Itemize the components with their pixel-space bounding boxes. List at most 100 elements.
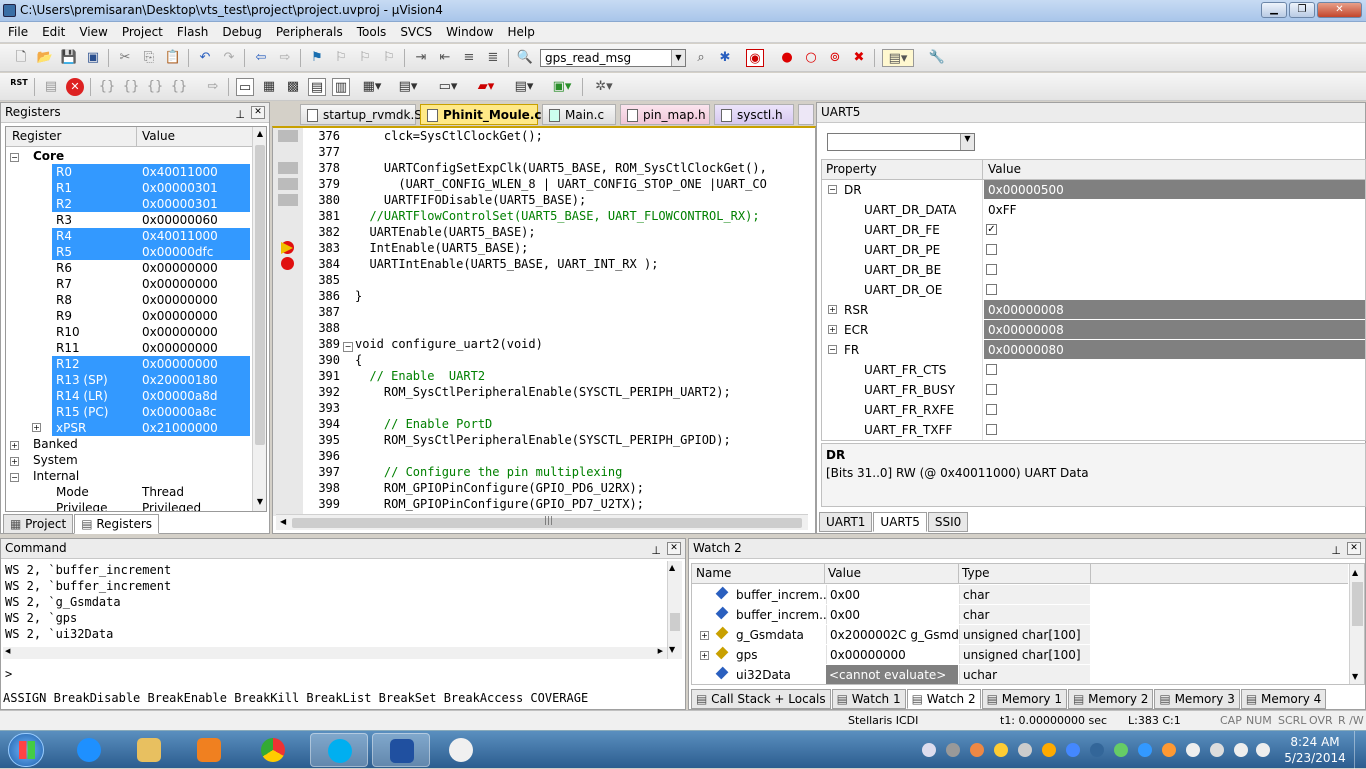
code-line[interactable]: //UARTFlowControlSet(UART5_BASE, UART_FL… [355, 208, 810, 224]
scroll-up-icon[interactable]: ▲ [669, 563, 675, 572]
code-line[interactable]: ROM_GPIOPinConfigure(GPIO_PD6_U2RX); [355, 480, 810, 496]
taskbar-ie[interactable] [60, 733, 118, 767]
command-window-icon[interactable]: ▭ [236, 78, 254, 96]
scroll-down-icon[interactable]: ▼ [1352, 672, 1358, 681]
scroll-up-icon[interactable]: ▲ [254, 129, 266, 141]
uart-property-row[interactable]: UART_DR_DATA 0xFF [822, 200, 1365, 220]
property-checkbox[interactable] [986, 364, 997, 375]
code-line[interactable] [355, 272, 810, 288]
property-checkbox[interactable]: ✓ [986, 224, 997, 235]
command-hscrollbar[interactable]: ◀ ▶ [3, 647, 667, 659]
tab-main-c[interactable]: Main.c [542, 104, 616, 125]
step-into-icon[interactable]: {} [98, 78, 116, 96]
registers-scroll-thumb[interactable] [255, 145, 265, 445]
code-line[interactable] [355, 400, 810, 416]
menu-peripherals[interactable]: Peripherals [268, 22, 349, 39]
code-line[interactable]: // Enable PortD [355, 416, 810, 432]
pin-icon[interactable]: ⊥ [235, 105, 245, 124]
watch-value[interactable]: 0x00 [826, 605, 958, 624]
tree-node-core[interactable]: − Core [10, 148, 250, 164]
col-type[interactable]: Type [962, 564, 990, 583]
disassembly-window-icon[interactable]: ▦ [260, 78, 278, 96]
uart-property-row[interactable]: UART_FR_RXFE [822, 400, 1365, 420]
tab-startup-rvmdk[interactable]: startup_rvmdk.S [300, 104, 422, 125]
code-line[interactable]: } [355, 288, 810, 304]
menu-view[interactable]: View [71, 22, 113, 39]
stop-icon[interactable]: ✕ [66, 78, 84, 96]
app-tray-icon[interactable] [1162, 743, 1176, 757]
tab-pin-map[interactable]: pin_map.h [620, 104, 710, 125]
close-icon[interactable]: ✕ [667, 542, 681, 555]
uart-property-row[interactable]: UART_DR_BE [822, 260, 1365, 280]
notification-tray-icon[interactable] [994, 743, 1008, 757]
cut-icon[interactable]: ✂ [116, 49, 134, 67]
expand-icon[interactable]: + [700, 631, 709, 640]
register-row[interactable]: R4 0x40011000 [52, 228, 250, 244]
uart-property-row[interactable]: − DR 0x00000500 [822, 180, 1365, 200]
code-line[interactable] [355, 448, 810, 464]
code-line[interactable]: // Enable UART2 [355, 368, 810, 384]
register-row[interactable]: R10 0x00000000 [52, 324, 250, 340]
menu-edit[interactable]: Edit [34, 22, 71, 39]
memory-window-icon[interactable]: ▤▾ [392, 78, 424, 96]
watch-row[interactable]: buffer_increm... 0x00 char [692, 605, 1090, 625]
watch-value[interactable]: 0x00000000 [826, 645, 958, 664]
register-row[interactable]: R9 0x00000000 [52, 308, 250, 324]
trace-window-icon[interactable]: ▤▾ [508, 78, 540, 96]
uart-property-row[interactable]: UART_DR_OE [822, 280, 1365, 300]
register-row[interactable]: R13 (SP) 0x20000180 [52, 372, 250, 388]
register-row[interactable]: Mode Thread [52, 484, 250, 500]
code-line[interactable]: ROM_SysCtlPeripheralEnable(SYSCTL_PERIPH… [355, 384, 810, 400]
tree-node-group[interactable]: + Banked [10, 436, 250, 452]
register-row[interactable]: R14 (LR) 0x00000a8d [52, 388, 250, 404]
code-line[interactable]: clck=SysCtlClockGet(); [355, 128, 810, 144]
collapse-icon[interactable]: − [828, 185, 837, 194]
code-line[interactable]: ROM_GPIOPinConfigure(GPIO_PD7_U2TX); [355, 496, 810, 512]
paste-icon[interactable]: 📋 [164, 49, 182, 67]
uart-property-row[interactable]: UART_FR_BUSY [822, 380, 1365, 400]
watch-value[interactable]: 0x00 [826, 585, 958, 604]
col-watch-value[interactable]: Value [828, 564, 861, 583]
close-button[interactable]: ✕ [1317, 2, 1362, 18]
tab-uart5[interactable]: UART5 [873, 512, 927, 532]
tab-watch-6[interactable]: ▤ Memory 4 [1240, 689, 1327, 709]
comment-icon[interactable]: ≡ [460, 49, 478, 67]
symbols-window-icon[interactable]: ▩ [284, 78, 302, 96]
help-tray-icon[interactable] [946, 743, 960, 757]
serial-window-icon[interactable]: ▭▾ [432, 78, 464, 96]
command-scroll-thumb[interactable] [670, 613, 680, 631]
register-row[interactable]: R12 0x00000000 [52, 356, 250, 372]
save-icon[interactable]: 💾 [60, 49, 78, 67]
tab-sysctl[interactable]: sysctl.h [714, 104, 794, 125]
menu-file[interactable]: File [0, 22, 34, 39]
expand-icon[interactable]: + [10, 441, 19, 450]
chevron-down-icon[interactable]: ▼ [960, 134, 974, 150]
menu-flash[interactable]: Flash [169, 22, 214, 39]
tab-overflow[interactable] [798, 104, 814, 125]
restore-button[interactable]: ❐ [1289, 2, 1315, 18]
save-all-icon[interactable]: ▣ [84, 49, 102, 67]
skype-tray-icon[interactable] [1138, 743, 1152, 757]
system-viewer-icon[interactable]: ▣▾ [546, 78, 578, 96]
run-to-cursor-icon[interactable]: {} [170, 78, 188, 96]
tab-watch-3[interactable]: ▤ Memory 1 [981, 689, 1067, 709]
tray-clock[interactable]: 8:24 AM 5/23/2014 [1282, 734, 1348, 766]
register-row[interactable]: R5 0x00000dfc [52, 244, 250, 260]
menu-help[interactable]: Help [499, 22, 540, 39]
security-tray-icon[interactable] [1114, 743, 1128, 757]
show-next-statement-icon[interactable]: ⇨ [204, 78, 222, 96]
close-icon[interactable]: ✕ [251, 106, 265, 119]
expand-icon[interactable]: + [700, 651, 709, 660]
uart-property-row[interactable]: UART_FR_TXFF [822, 420, 1365, 440]
fold-icon[interactable]: − [343, 342, 353, 352]
close-icon[interactable]: ✕ [1347, 542, 1361, 555]
property-checkbox[interactable] [986, 284, 997, 295]
watch-value[interactable]: 0x2000002C g_Gsmdat... [826, 625, 958, 644]
code-line[interactable] [355, 144, 810, 160]
code-line[interactable]: IntEnable(UART5_BASE); [355, 240, 810, 256]
tab-watch-5[interactable]: ▤ Memory 3 [1154, 689, 1240, 709]
uart-property-row[interactable]: UART_DR_PE [822, 240, 1365, 260]
editor-hscrollbar[interactable]: ◀ ||| [276, 514, 808, 530]
redo-icon[interactable]: ↷ [220, 49, 238, 67]
uart-property-row[interactable]: + ECR 0x00000008 [822, 320, 1365, 340]
